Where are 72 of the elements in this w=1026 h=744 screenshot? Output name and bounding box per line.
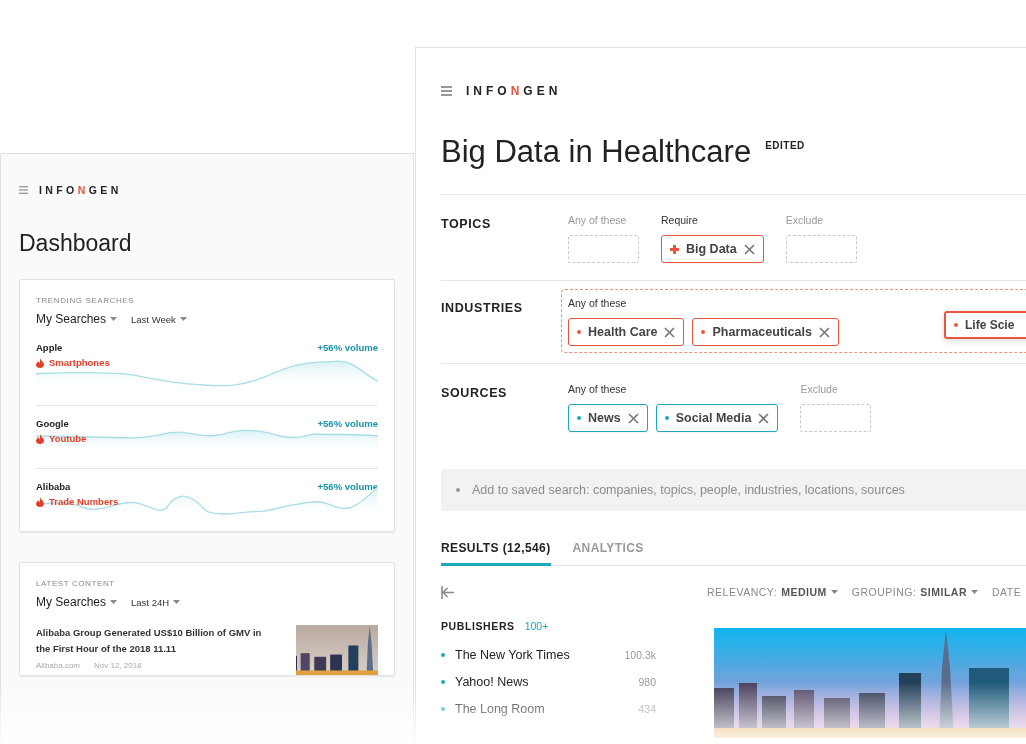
- caret-icon: [830, 590, 838, 594]
- scope-dropdown[interactable]: My Searches: [36, 312, 118, 326]
- section-label: SOURCES: [441, 385, 509, 402]
- publisher-count: 980: [638, 676, 656, 688]
- infongen-logo: INFO N GEN: [466, 84, 562, 98]
- collapse-icon[interactable]: [441, 585, 455, 599]
- trending-topic[interactable]: Youtube: [49, 433, 87, 444]
- caret-icon: [110, 600, 118, 604]
- dragged-tag-chip[interactable]: Life Scie: [944, 311, 1026, 339]
- caret-icon: [110, 317, 118, 321]
- flame-icon: [36, 496, 44, 507]
- caret-icon: [179, 317, 187, 321]
- group-label: Any of these: [568, 297, 628, 309]
- infongen-logo: INFO N GEN: [39, 184, 122, 196]
- group-label: Exclude: [785, 214, 825, 226]
- close-icon[interactable]: [758, 412, 770, 424]
- close-icon[interactable]: [818, 326, 830, 338]
- group-label: Any of these: [568, 383, 628, 395]
- caret-icon: [971, 590, 979, 594]
- tag-chip[interactable]: News: [568, 404, 648, 432]
- flame-icon: [36, 433, 44, 444]
- close-icon[interactable]: [743, 243, 755, 255]
- dot-icon: [441, 707, 445, 711]
- publisher-name[interactable]: Yahoo! News: [455, 675, 629, 689]
- volume-change: +56% volume: [317, 342, 378, 353]
- menu-icon[interactable]: [19, 186, 28, 194]
- caret-icon: [173, 600, 181, 604]
- volume-change: +56% volume: [317, 481, 378, 492]
- edited-label: EDITED: [765, 140, 805, 151]
- tag-chip[interactable]: Pharmaceuticals: [692, 318, 839, 346]
- menu-icon[interactable]: [441, 86, 452, 96]
- group-label: Require: [661, 214, 699, 226]
- results-tab[interactable]: RESULTS (12,546): [441, 541, 551, 566]
- scope-dropdown[interactable]: My Searches: [36, 595, 118, 609]
- company-name: Google: [36, 418, 69, 429]
- card-heading: TRENDING SEARCHES: [36, 296, 136, 305]
- trending-topic[interactable]: Smartphones: [49, 357, 110, 368]
- publisher-name[interactable]: The Long Room: [455, 702, 629, 716]
- company-name: Apple: [36, 342, 63, 353]
- publisher-count: 100.3k: [624, 649, 656, 661]
- group-label: Exclude: [800, 383, 839, 395]
- article-source: Alibaba.com: [36, 661, 81, 670]
- tag-chip[interactable]: Social Media: [655, 404, 779, 432]
- dot-icon: [441, 653, 445, 657]
- section-label: INDUSTRIES: [441, 300, 524, 317]
- close-icon[interactable]: [664, 326, 676, 338]
- period-dropdown[interactable]: Last 24H: [131, 596, 181, 608]
- publishers-heading: PUBLISHERS: [441, 620, 515, 632]
- dot-icon: [441, 680, 445, 684]
- publisher-count: 434: [638, 703, 656, 715]
- publishers-count: 100+: [524, 620, 549, 632]
- tag-chip[interactable]: Big Data: [661, 235, 764, 263]
- trending-topic[interactable]: Trade Numbers: [49, 496, 119, 507]
- period-dropdown[interactable]: Last Week: [131, 313, 187, 325]
- article-title[interactable]: Alibaba Group Generated US$10 Billion of GMV in the First Hour of the 2018 11.11: [36, 625, 276, 657]
- company-name: Alibaba: [36, 481, 71, 492]
- page-title: Dashboard: [19, 230, 133, 257]
- filter-dropdown[interactable]: RELEVANCY: MEDIUM: [707, 586, 838, 598]
- card-heading: LATEST CONTENT: [36, 579, 116, 588]
- section-label: TOPICS: [441, 216, 492, 233]
- search-field[interactable]: Add to saved search: companies, topics, people, industries, locations, sources: [441, 469, 1026, 511]
- volume-change: +56% volume: [317, 418, 378, 429]
- article-date: Nov 12, 2018: [94, 661, 142, 670]
- filter-dropdown[interactable]: GROUPING: SIMILAR: [851, 586, 979, 598]
- flame-icon: [36, 357, 44, 368]
- group-label: Any of these: [568, 214, 628, 226]
- bullet-icon: [456, 488, 460, 492]
- publisher-name[interactable]: The New York Times: [455, 648, 615, 662]
- page-title: Big Data in Healthcare: [441, 134, 752, 170]
- filter-dropdown[interactable]: DATE: [992, 586, 1022, 598]
- tag-chip[interactable]: Health Care: [568, 318, 685, 346]
- close-icon[interactable]: [627, 412, 639, 424]
